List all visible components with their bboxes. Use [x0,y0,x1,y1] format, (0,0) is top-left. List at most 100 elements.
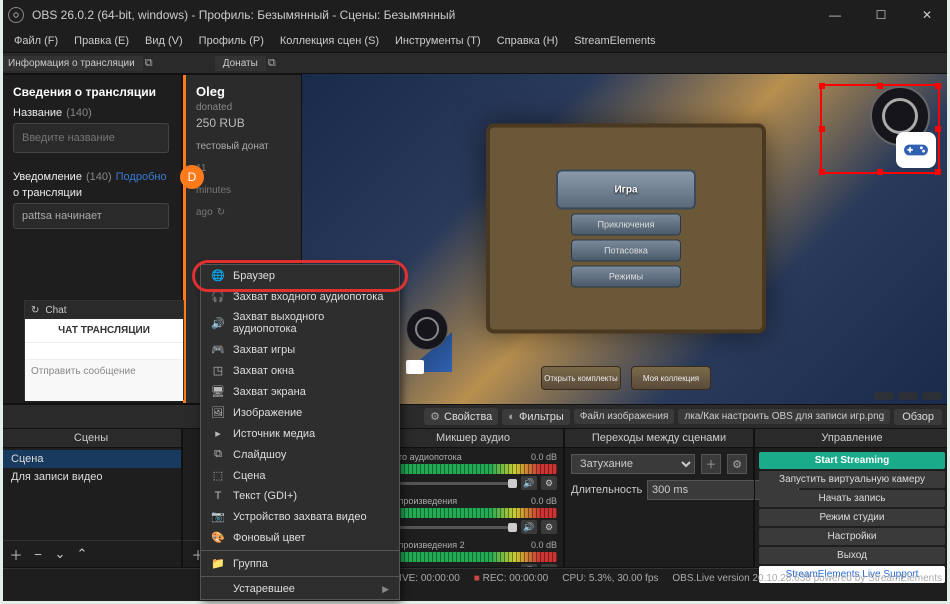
menu-edit[interactable]: Правка (E) [68,33,135,49]
remove-scene-button[interactable]: − [29,545,47,563]
minimize-button[interactable]: — [812,0,858,30]
volume-slider[interactable] [389,526,517,529]
donation-alerts-icon: D [180,165,204,189]
src-media[interactable]: ▸Источник медиа [201,423,399,444]
game-modes-button: Режимы [571,266,681,288]
palette-icon: 🎨 [211,531,225,544]
chat-refresh-icon[interactable]: ↻ [31,305,39,316]
start-recording-button[interactable]: Начать запись [759,490,945,507]
duration-label: Длительность [571,484,641,496]
start-streaming-button[interactable]: Start Streaming [759,452,945,469]
live-time: LIVE: 00:00:00 [394,573,460,584]
rec-indicator-icon: ■ [474,573,480,584]
src-audio-out[interactable]: 🔊Захват выходного аудиопотока [201,307,399,339]
mixer-channel: ного аудиопотока0.0 dB 🔊⚙ [389,452,557,490]
mute-icon[interactable]: 🔊 [521,564,537,567]
gamepad-icon: 🎮 [211,343,225,356]
stream-name-input[interactable] [13,123,169,153]
mute-icon[interactable]: 🔊 [521,476,537,490]
src-scene[interactable]: ⬚Сцена [201,465,399,486]
mixer-header: Микшер аудио [383,429,563,448]
filters-button[interactable]: ◐Фильтры [502,409,570,425]
window-title: OBS 26.0.2 (64-bit, windows) - Профиль: … [32,8,455,22]
scene-up-button[interactable]: ⌃ [73,545,91,563]
properties-button[interactable]: ⚙Свойства [424,408,498,425]
chat-panel: ↻ Chat ЧАТ ТРАНСЛЯЦИИ Отправить сообщение [24,300,184,400]
transition-select[interactable]: Затухание [571,454,695,474]
src-deprecated[interactable]: Устаревшее▶ [201,579,399,599]
menu-scene-collection[interactable]: Коллекция сцен (S) [274,33,385,49]
headphones-icon: 🎧 [211,290,225,303]
channel-settings-icon[interactable]: ⚙ [541,564,557,567]
text-icon: T [211,490,225,502]
slideshow-icon: ⧉ [211,448,225,461]
mute-icon[interactable]: 🔊 [521,520,537,534]
folder-icon: 📁 [211,557,225,570]
src-audio-in[interactable]: 🎧Захват входного аудиопотока [201,286,399,307]
src-text[interactable]: TТекст (GDI+) [201,486,399,506]
gear-icon: ⚙ [430,410,440,423]
popout-icon[interactable]: ⧉ [266,57,278,69]
menu-streamelements[interactable]: StreamElements [568,33,661,49]
channel-settings-icon[interactable]: ⚙ [541,476,557,490]
rec-time: REC: 00:00:00 [483,573,549,584]
settings-button[interactable]: Настройки [759,528,945,545]
notify-value: pattsa начинает [13,203,169,229]
titlebar: OBS 26.0.2 (64-bit, windows) - Профиль: … [0,0,950,30]
source-type-menu: 🌐Браузер 🎧Захват входного аудиопотока 🔊З… [200,264,400,600]
refresh-icon[interactable]: ↻ [217,206,225,220]
chat-tab[interactable]: Chat [45,305,66,316]
close-button[interactable]: ✕ [904,0,950,30]
add-scene-button[interactable]: ＋ [7,545,25,563]
obs-logo-icon [8,7,24,23]
transition-add-button[interactable]: ＋ [701,454,721,474]
source-toolbar: ⚙Свойства ◐Фильтры Файл изображения лка/… [0,404,950,428]
scene-item[interactable]: Для записи видео [1,468,181,486]
menu-file[interactable]: Файл (F) [8,33,64,49]
volume-slider[interactable] [389,482,517,485]
exit-button[interactable]: Выход [759,547,945,564]
src-slideshow[interactable]: ⧉Слайдшоу [201,444,399,465]
window-icon: ◳ [211,364,225,377]
transition-settings-button[interactable]: ⚙ [727,454,747,474]
globe-icon: 🌐 [211,269,225,282]
popout-icon[interactable]: ⧉ [143,57,155,69]
browse-button[interactable]: Обзор [894,409,942,425]
notify-more-link[interactable]: Подробно [116,171,167,183]
donation-time-unit: minutes [196,184,231,198]
tab-donations[interactable]: Донаты [215,56,266,71]
transitions-header: Переходы между сценами [565,429,753,448]
donation-time-ago: ago [196,206,213,220]
virtual-camera-button[interactable]: Запустить виртуальную камеру [759,471,945,488]
menu-view[interactable]: Вид (V) [139,33,189,49]
src-display-capture[interactable]: 🖥Захват экрана [201,381,399,402]
src-video-capture[interactable]: 📷Устройство захвата видео [201,506,399,527]
camera-icon: 📷 [211,510,225,523]
notify-count: (140) [86,171,112,183]
scenes-panel: Сцены Сцена Для записи видео ＋ − ⌄ ⌃ [0,428,182,568]
src-group[interactable]: 📁Группа [201,553,399,574]
game-menu-panel: Игра Приключения Потасовка Режимы [486,124,766,334]
chat-compose[interactable]: Отправить сообщение [25,359,183,401]
src-window-capture[interactable]: ◳Захват окна [201,360,399,381]
audio-mixer-panel: Микшер аудио ного аудиопотока0.0 dB 🔊⚙ о… [382,428,564,568]
src-image[interactable]: 🖼Изображение [201,402,399,423]
tab-stream-info[interactable]: Информация о трансляции [0,56,143,71]
file-path: лка/Как настроить OBS для записи игр.png [678,409,890,424]
src-browser[interactable]: 🌐Браузер [201,265,399,286]
maximize-button[interactable]: ☐ [858,0,904,30]
scene-icon: ⬚ [211,469,225,482]
src-game-capture[interactable]: 🎮Захват игры [201,339,399,360]
studio-mode-button[interactable]: Режим студии [759,509,945,526]
channel-settings-icon[interactable]: ⚙ [541,520,557,534]
src-color[interactable]: 🎨Фоновый цвет [201,527,399,548]
menu-help[interactable]: Справка (H) [491,33,564,49]
scene-down-button[interactable]: ⌄ [51,545,69,563]
name-count: (140) [66,107,92,119]
chat-title: ЧАТ ТРАНСЛЯЦИИ [25,319,183,343]
game-brawl-button: Потасовка [571,240,681,262]
menu-tools[interactable]: Инструменты (T) [389,33,487,49]
scene-item[interactable]: Сцена [1,450,181,468]
menu-profile[interactable]: Профиль (P) [193,33,270,49]
cpu-usage: CPU: 5.3%, 30.00 fps [562,573,658,584]
